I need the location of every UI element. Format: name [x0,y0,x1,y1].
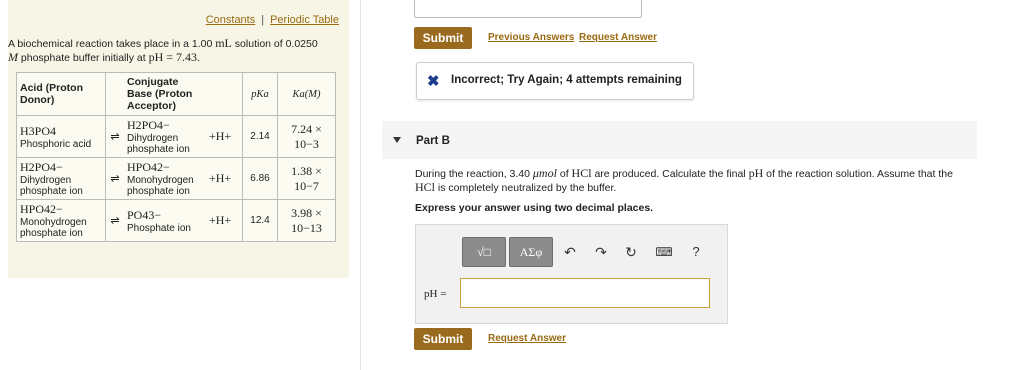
pka-value: 2.14 [242,115,278,158]
acid-cell: H3PO4 Phosphoric acid [16,115,106,158]
express-instruction: Express your answer using two decimal pl… [415,202,654,214]
unit-m: M [8,50,18,64]
table-header-row: Acid (Proton Donor) Conjugate Base (Prot… [16,72,336,116]
template-button[interactable]: √□ [462,237,506,267]
pane-divider [360,0,361,370]
part-b-header[interactable] [382,121,977,159]
redo-icon[interactable]: ↷ [592,243,610,261]
feedback-text: Incorrect; Try Again; 4 attempts remaini… [451,74,682,86]
problem-text: solution of 0.0250 [231,38,318,50]
acid-cell: H2PO4− Dihydrogen phosphate ion [16,157,106,200]
header-base: Conjugate Base (Proton Acceptor) [124,72,206,116]
base-formula: H2PO4− [127,118,170,132]
question-text: of the reaction solution. Assume that th… [763,168,953,180]
header-spacer [105,72,124,116]
pka-value: 6.86 [242,157,278,200]
problem-text: phosphate buffer initially at [18,52,149,64]
question-text: is completely neutralized by the buffer. [435,182,617,194]
proton: +H+ [206,157,243,200]
initial-ph: pH = 7.43. [148,50,200,64]
ka-value: 7.24 × 10−3 [277,115,336,158]
problem-text: A biochemical reaction takes place in a … [8,38,216,50]
symbols-button[interactable]: ΑΣφ [509,237,553,267]
hcl-formula: HCl [415,180,436,194]
equilibrium-arrow: ⇌ [105,199,124,242]
base-name: Dihydrogen phosphate ion [127,133,190,155]
ka-value: 1.38 × 10−7 [277,157,336,200]
part-a-answer-box [414,0,642,18]
base-cell: HPO42− Monohydrogen phosphate ion [124,157,206,200]
unit-umol: μmol [532,166,557,180]
base-formula: HPO42− [127,160,170,174]
keyboard-icon[interactable]: ⌨ [655,243,673,261]
part-a-submit-button[interactable]: Submit [414,27,472,49]
base-formula: PO43− [127,207,162,222]
part-b-request-answer-link[interactable]: Request Answer [488,333,566,344]
acid-cell: HPO42− Monohydrogen phosphate ion [16,199,106,242]
constants-link[interactable]: Constants [206,14,256,26]
hcl-formula: HCl [571,166,592,180]
table-row: H3PO4 Phosphoric acid ⇌ H2PO4− Dihydrogen … [16,115,336,158]
base-name: Phosphate ion [127,222,191,234]
part-b-title: Part B [416,135,450,147]
acid-formula: H2PO4− [20,160,63,174]
acid-name: Dihydrogen phosphate ion [20,175,83,197]
undo-icon[interactable]: ↶ [561,243,579,261]
acid-name: Monohydrogen phosphate ion [20,217,87,239]
part-b-question: During the reaction, 3.40 μmol of HCl ar… [415,167,975,195]
acid-name: Phosphoric acid [20,138,92,150]
help-icon[interactable]: ? [687,243,705,261]
header-spacer [206,72,243,116]
ph-label: pH = [424,288,447,300]
equilibrium-arrow: ⇌ [105,157,124,200]
base-name: Monohydrogen phosphate ion [127,175,194,197]
phosphate-table: Acid (Proton Donor) Conjugate Base (Prot… [16,72,336,242]
acid-formula: HPO42− [20,202,63,216]
question-text: of [556,168,572,180]
part-b-submit-button[interactable]: Submit [414,328,472,350]
table-row: H2PO4− Dihydrogen phosphate ion ⇌ HPO42− M… [16,157,336,200]
header-pka: pKa [242,72,278,116]
base-cell: PO43− Phosphate ion [124,199,206,242]
pka-value: 12.4 [242,199,278,242]
ph-answer-input[interactable] [460,278,710,308]
collapse-triangle-icon[interactable] [393,137,401,143]
unit-ml: mL [215,36,232,50]
header-ka: Ka(M) [277,72,336,116]
ka-value: 3.98 × 10−13 [277,199,336,242]
proton: +H+ [206,115,243,158]
question-text: During the reaction, 3.40 [415,168,533,180]
reference-links: Constants | Periodic Table [0,14,339,26]
feedback-message: ✖ Incorrect; Try Again; 4 attempts remai… [416,62,694,100]
previous-answers-link[interactable]: Previous Answers [488,32,574,43]
proton: +H+ [206,199,243,242]
header-acid: Acid (Proton Donor) [16,72,106,116]
acid-formula: H3PO4 [20,123,57,138]
reset-icon[interactable]: ↻ [622,243,640,261]
ph-symbol: pH [748,166,764,180]
table-row: HPO42− Monohydrogen phosphate ion ⇌ PO43−… [16,199,336,242]
link-separator: | [261,14,265,26]
periodic-table-link[interactable]: Periodic Table [270,14,339,26]
part-a-request-answer-link[interactable]: Request Answer [579,32,657,43]
equilibrium-arrow: ⇌ [105,115,124,158]
question-text: are produced. Calculate the final [591,168,749,180]
x-icon: ✖ [427,73,440,90]
base-cell: H2PO4− Dihydrogen phosphate ion [124,115,206,158]
problem-statement: A biochemical reaction takes place in a … [8,37,338,65]
